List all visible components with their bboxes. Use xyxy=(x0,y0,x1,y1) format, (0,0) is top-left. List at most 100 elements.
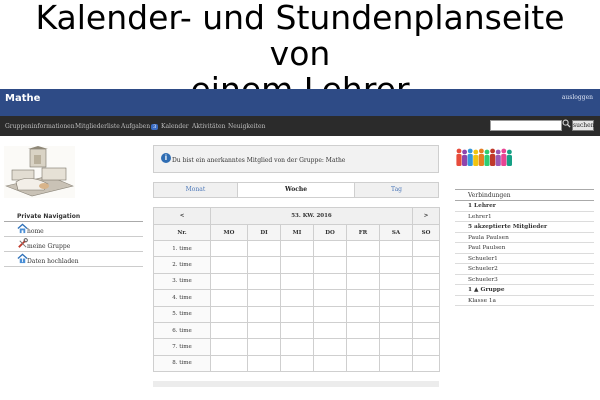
timetable-cell[interactable] xyxy=(379,338,413,356)
timetable-cell[interactable] xyxy=(313,354,347,373)
timetable-cell[interactable] xyxy=(280,338,314,356)
search-icon xyxy=(562,119,571,128)
timetable-cell[interactable] xyxy=(280,354,314,373)
timetable-cell[interactable] xyxy=(412,305,440,323)
search-input[interactable] xyxy=(490,120,562,131)
nav-item-calendar[interactable]: Kalender xyxy=(161,123,189,130)
connection-item[interactable]: Paula Paulsen xyxy=(455,233,594,243)
timetable-cell[interactable] xyxy=(210,289,248,307)
timetable-cell[interactable] xyxy=(313,272,347,291)
timetable-cell[interactable] xyxy=(346,239,380,258)
timetable-cell[interactable] xyxy=(313,321,347,340)
timetable-cell[interactable] xyxy=(210,256,248,274)
next-week-button[interactable]: > xyxy=(412,207,440,225)
timetable-cell[interactable] xyxy=(247,239,281,258)
week-calendar: < 53. KW. 2016 > Nr. MO DI MI DO FR SA S… xyxy=(153,207,440,373)
connection-item[interactable]: Schueler1 xyxy=(455,254,594,264)
group-title[interactable]: Mathe xyxy=(5,93,40,104)
week-label: 53. KW. 2016 xyxy=(210,207,413,225)
timetable-cell[interactable] xyxy=(346,256,380,274)
day-header-sa: SA xyxy=(379,224,413,241)
timetable-cell[interactable] xyxy=(313,338,347,356)
timetable-cell[interactable] xyxy=(379,239,413,258)
private-nav-label: home xyxy=(27,228,44,235)
table-row: 5. time xyxy=(153,305,440,323)
connection-item[interactable]: Paul Paulsen xyxy=(455,243,594,254)
timetable: < 53. KW. 2016 > Nr. MO DI MI DO FR SA S… xyxy=(153,207,440,373)
tab-month[interactable]: Monat xyxy=(154,183,237,197)
timetable-cell[interactable] xyxy=(412,256,440,274)
timetable-cell[interactable] xyxy=(247,256,281,274)
timetable-cell[interactable] xyxy=(346,338,380,356)
timetable-cell[interactable] xyxy=(247,272,281,291)
timetable-cell[interactable] xyxy=(313,305,347,323)
timetable-cell[interactable] xyxy=(412,354,440,373)
prev-week-button[interactable]: < xyxy=(153,207,211,225)
connection-item[interactable]: Lehrer1 xyxy=(455,212,594,222)
timetable-cell[interactable] xyxy=(313,256,347,274)
tab-week[interactable]: Woche xyxy=(236,183,356,197)
timetable-cell[interactable] xyxy=(210,321,248,340)
private-nav-item-my-group[interactable]: meine Gruppe xyxy=(4,237,143,252)
timetable-cell[interactable] xyxy=(247,305,281,323)
timetable-cell[interactable] xyxy=(412,239,440,258)
timetable-cell[interactable] xyxy=(412,289,440,307)
person-figure-head xyxy=(479,148,484,154)
timetable-cell[interactable] xyxy=(313,289,347,307)
connection-item[interactable]: Schueler3 xyxy=(455,275,594,285)
logout-link[interactable]: ausloggen xyxy=(562,94,593,101)
timetable-cell[interactable] xyxy=(346,272,380,291)
timetable-cell[interactable] xyxy=(247,354,281,373)
timetable-cell[interactable] xyxy=(412,338,440,356)
person-figure-head xyxy=(495,149,501,155)
timetable-cell[interactable] xyxy=(379,321,413,340)
private-nav-item-upload[interactable]: Daten hochladen xyxy=(4,252,143,267)
search-button[interactable]: suchen xyxy=(572,120,595,131)
nav-item-members[interactable]: Mitgliederliste xyxy=(75,123,120,130)
timetable-cell[interactable] xyxy=(280,305,314,323)
timetable-cell[interactable] xyxy=(210,239,248,258)
timetable-cell[interactable] xyxy=(412,321,440,340)
timetable-cell[interactable] xyxy=(247,321,281,340)
timetable-cell[interactable] xyxy=(247,338,281,356)
nav-item-tasks[interactable]: Aufgaben 3 xyxy=(121,123,159,130)
timetable-cell[interactable] xyxy=(280,256,314,274)
timetable-cell[interactable] xyxy=(280,289,314,307)
connections-panel: Verbindungen 1 Lehrer Lehrer1 5 akzeptiert… xyxy=(455,189,594,306)
connection-item[interactable]: Schueler2 xyxy=(455,264,594,275)
main-nav: Gruppeninformationen Mitgliederliste Auf… xyxy=(0,116,600,136)
private-nav-item-home[interactable]: home xyxy=(4,222,143,237)
timetable-cell[interactable] xyxy=(346,321,380,340)
timetable-body: 1. time 2. time 3. time 4. time 5. time 6. ti… xyxy=(153,239,440,373)
nav-item-activities[interactable]: Aktivitäten xyxy=(192,123,225,130)
timetable-cell[interactable] xyxy=(412,272,440,291)
timetable-cell[interactable] xyxy=(280,239,314,258)
tab-day[interactable]: Tag xyxy=(355,183,438,197)
timetable-cell[interactable] xyxy=(379,354,413,373)
nav-item-news[interactable]: Neuigkeiten xyxy=(228,123,265,130)
timetable-cell[interactable] xyxy=(280,272,314,291)
timetable-cell[interactable] xyxy=(346,289,380,307)
timetable-cell[interactable] xyxy=(210,354,248,373)
connection-item[interactable]: Klasse 1a xyxy=(455,296,594,306)
period-label: 1. time xyxy=(153,239,211,258)
timetable-cell[interactable] xyxy=(280,321,314,340)
timetable-cell[interactable] xyxy=(210,305,248,323)
timetable-cell[interactable] xyxy=(247,289,281,307)
person-figure-body xyxy=(456,154,462,166)
private-navigation-title: Private Navigation xyxy=(4,211,143,222)
person-figure-head xyxy=(501,148,507,154)
timetable-cell[interactable] xyxy=(379,272,413,291)
timetable-cell[interactable] xyxy=(210,338,248,356)
timetable-cell[interactable] xyxy=(346,305,380,323)
person-figure-head xyxy=(490,148,495,154)
timetable-cell[interactable] xyxy=(210,272,248,291)
membership-notice-text: Du bist ein anerkanntes Mitglied von der… xyxy=(172,157,346,164)
timetable-cell[interactable] xyxy=(313,239,347,258)
timetable-cell[interactable] xyxy=(379,305,413,323)
period-label: 6. time xyxy=(153,321,211,340)
timetable-cell[interactable] xyxy=(346,354,380,373)
nav-item-group-info[interactable]: Gruppeninformationen xyxy=(5,123,75,130)
timetable-cell[interactable] xyxy=(379,289,413,307)
timetable-cell[interactable] xyxy=(379,256,413,274)
